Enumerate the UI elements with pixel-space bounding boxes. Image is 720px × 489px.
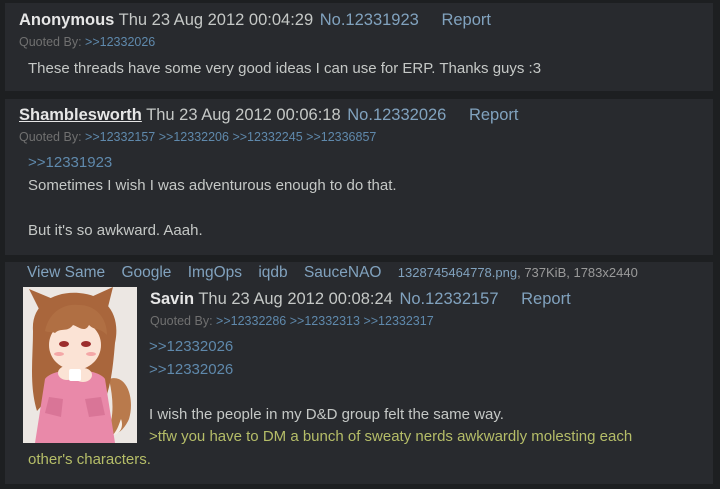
report-button[interactable]: Report bbox=[469, 106, 519, 124]
quote-link[interactable]: >>12331923 bbox=[28, 152, 397, 175]
post-thumbnail-image[interactable] bbox=[23, 287, 137, 443]
report-button[interactable]: Report bbox=[521, 290, 571, 308]
message-line: But it's so awkward. Aaah. bbox=[28, 221, 203, 239]
post-number-link[interactable]: No.12332157 bbox=[399, 290, 498, 308]
backlink[interactable]: >>12336857 bbox=[306, 130, 376, 144]
quoted-by-label: Quoted By: bbox=[19, 130, 82, 144]
backlink[interactable]: >>12332313 bbox=[290, 314, 360, 328]
poster-name: Savin bbox=[150, 290, 195, 308]
backlink[interactable]: >>12332286 bbox=[216, 314, 286, 328]
message-line: These threads have some very good ideas … bbox=[28, 60, 542, 77]
post-header: Anonymous Thu 23 Aug 2012 00:04:29 No.12… bbox=[19, 10, 491, 30]
post-date: Thu 23 Aug 2012 00:04:29 bbox=[118, 11, 314, 29]
iqdb-link[interactable]: iqdb bbox=[258, 264, 287, 281]
message-line: Sometimes I wish I was adventurous enoug… bbox=[28, 176, 397, 194]
report-button[interactable]: Report bbox=[441, 11, 491, 29]
post-header: Shamblesworth Thu 23 Aug 2012 00:06:18 N… bbox=[19, 105, 518, 125]
backlink[interactable]: >>12332317 bbox=[363, 314, 433, 328]
greentext-line: other's characters. bbox=[28, 451, 151, 468]
post-number-link[interactable]: No.12331923 bbox=[320, 11, 419, 29]
poster-name: Anonymous bbox=[19, 11, 115, 29]
post-date: Thu 23 Aug 2012 00:08:24 bbox=[198, 290, 393, 308]
backlink[interactable]: >>12332206 bbox=[159, 130, 229, 144]
quoted-by: Quoted By: >>12332286 >>12332313 >>12332… bbox=[150, 313, 434, 329]
imgops-link[interactable]: ImgOps bbox=[188, 264, 242, 281]
backlink[interactable]: >>12332157 bbox=[85, 130, 155, 144]
view-same-link[interactable]: View Same bbox=[27, 264, 105, 281]
post-header: Savin Thu 23 Aug 2012 00:08:24 No.123321… bbox=[150, 289, 571, 309]
message-line: I wish the people in my D&D group felt t… bbox=[149, 405, 504, 423]
saucenao-link[interactable]: SauceNAO bbox=[304, 264, 382, 281]
file-details: , 737KiB, 1783x2440 bbox=[517, 265, 638, 280]
google-link[interactable]: Google bbox=[121, 264, 171, 281]
poster-name-link[interactable]: Shamblesworth bbox=[19, 106, 142, 124]
quote-link[interactable]: >>12332026 bbox=[149, 359, 632, 382]
post-date: Thu 23 Aug 2012 00:06:18 bbox=[146, 106, 341, 124]
post: Shamblesworth Thu 23 Aug 2012 00:06:18 N… bbox=[4, 98, 714, 256]
post: View Same Google ImgOps iqdb SauceNAO 13… bbox=[4, 261, 714, 485]
file-name-link[interactable]: 1328745464778.png bbox=[398, 265, 517, 280]
quoted-by: Quoted By: >>12332157 >>12332206 >>12332… bbox=[19, 129, 376, 145]
post: Anonymous Thu 23 Aug 2012 00:04:29 No.12… bbox=[4, 2, 714, 92]
post-number-link[interactable]: No.12332026 bbox=[347, 106, 446, 124]
post-message: >>12331923 Sometimes I wish I was advent… bbox=[28, 152, 397, 242]
quoted-by-label: Quoted By: bbox=[19, 35, 82, 49]
post-message: These threads have some very good ideas … bbox=[28, 58, 541, 81]
file-info-bar: View Same Google ImgOps iqdb SauceNAO 13… bbox=[27, 262, 638, 284]
quoted-by: Quoted By: >>12332026 bbox=[19, 34, 155, 50]
greentext-line: >tfw you have to DM a bunch of sweaty ne… bbox=[149, 428, 633, 445]
post-message: >>12332026 >>12332026 I wish the people … bbox=[149, 336, 632, 449]
backlink[interactable]: >>12332245 bbox=[232, 130, 302, 144]
quoted-by-label: Quoted By: bbox=[150, 314, 213, 328]
wolf-girl-image bbox=[23, 287, 137, 443]
backlink[interactable]: >>12332026 bbox=[85, 35, 155, 49]
quote-link[interactable]: >>12332026 bbox=[149, 336, 632, 359]
